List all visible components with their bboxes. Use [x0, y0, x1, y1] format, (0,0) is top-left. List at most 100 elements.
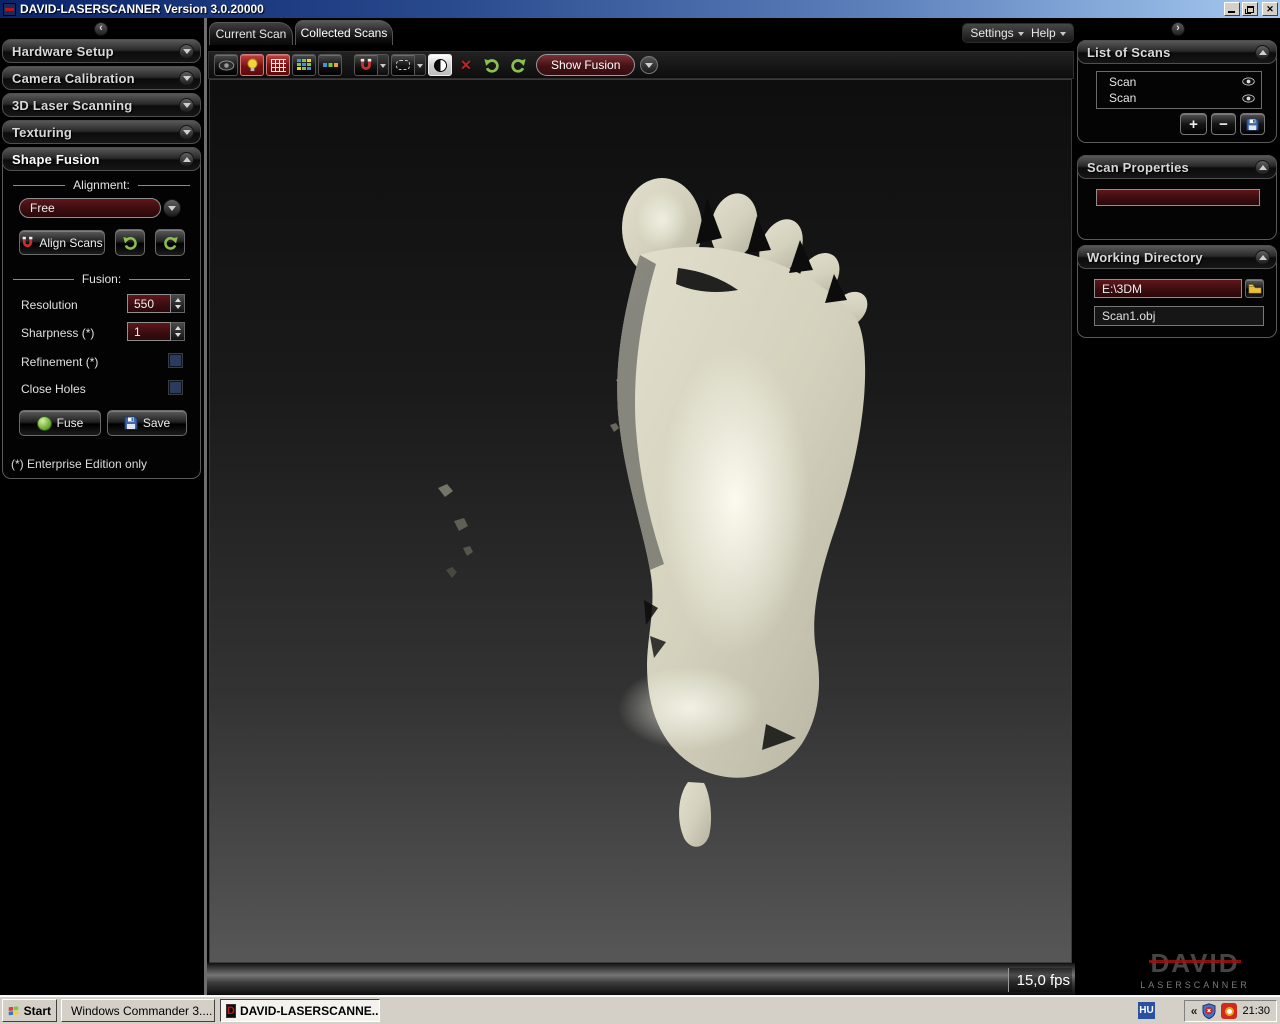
scan-properties-panel: Scan Properties	[1077, 155, 1277, 240]
security-shield-icon[interactable]	[1202, 1003, 1216, 1019]
chevron-right-icon: ›	[1176, 23, 1180, 34]
clock[interactable]: 21:30	[1242, 1005, 1270, 1017]
eye-icon[interactable]	[1242, 94, 1255, 103]
align-tool-button[interactable]	[354, 54, 378, 76]
windows-taskbar: Start Windows Commander 3.... D DAVID-LA…	[0, 995, 1280, 1024]
expand-button[interactable]	[179, 125, 194, 140]
collapse-button[interactable]	[1255, 250, 1270, 265]
viewport-toolbar: ✕ Show Fusion	[208, 51, 1074, 79]
sharpness-value[interactable]: 1	[127, 322, 171, 341]
chevron-left-icon: ‹	[99, 23, 103, 34]
spinner-arrows[interactable]	[171, 294, 185, 313]
working-directory-header[interactable]: Working Directory	[1077, 245, 1277, 269]
eye-icon[interactable]	[1242, 77, 1255, 86]
scan-list[interactable]: Scan Scan	[1096, 71, 1262, 109]
collapse-button[interactable]	[179, 152, 194, 167]
sidebar-collapse-button[interactable]: ‹	[94, 22, 108, 36]
show-fusion-dropdown[interactable]: Show Fusion	[536, 54, 635, 76]
task-david-laserscanner[interactable]: D DAVID-LASERSCANNE...	[220, 999, 380, 1022]
spin-down-icon	[175, 333, 181, 337]
alignment-value: Free	[30, 201, 55, 215]
browse-folder-button[interactable]	[1245, 279, 1264, 298]
section-label: 3D Laser Scanning	[12, 98, 179, 113]
lighting-bulb-button[interactable]	[240, 54, 264, 76]
fuse-button[interactable]: Fuse	[19, 410, 101, 436]
redo-button[interactable]	[155, 229, 185, 256]
language-indicator[interactable]: HU	[1138, 1002, 1155, 1019]
settings-menu[interactable]: Settings	[970, 26, 1023, 40]
section-3d-laser-scanning[interactable]: 3D Laser Scanning	[2, 93, 201, 117]
delete-button[interactable]: ✕	[454, 54, 478, 76]
save-scans-button[interactable]	[1240, 113, 1265, 135]
colored-grid-button[interactable]	[292, 54, 316, 76]
add-scan-button[interactable]: +	[1180, 113, 1207, 135]
task-windows-commander[interactable]: Windows Commander 3....	[61, 999, 215, 1022]
viewport-status-bar: 15,0 fps	[207, 963, 1075, 995]
spinner-arrows[interactable]	[171, 322, 185, 341]
list-of-scans-header[interactable]: List of Scans	[1077, 40, 1277, 64]
collapse-button[interactable]	[1255, 45, 1270, 60]
panel-title: Working Directory	[1087, 250, 1255, 265]
tab-collected-scans[interactable]: Collected Scans	[295, 20, 393, 45]
refinement-checkbox[interactable]	[169, 354, 182, 367]
show-fusion-dropdown-button[interactable]	[640, 56, 658, 74]
align-tool-dropdown[interactable]	[378, 54, 389, 76]
chevron-down-icon	[1060, 32, 1066, 36]
resolution-value[interactable]: 550	[127, 294, 171, 313]
expand-button[interactable]	[179, 71, 194, 86]
close-icon: ✕	[1266, 4, 1274, 15]
dots-grid-icon	[323, 61, 338, 69]
expand-button[interactable]	[179, 98, 194, 113]
magnet-icon	[359, 58, 373, 72]
section-shape-fusion[interactable]: Shape Fusion	[2, 147, 201, 171]
visibility-eye-button[interactable]	[214, 54, 238, 76]
section-shape-fusion-panel: Shape Fusion Alignment: Free Align Scans	[2, 147, 201, 479]
section-texturing[interactable]: Texturing	[2, 120, 201, 144]
david-app-icon: D	[226, 1004, 236, 1018]
scan-list-item[interactable]: Scan	[1103, 75, 1255, 89]
undo-button[interactable]	[115, 229, 145, 256]
restore-button[interactable]	[1242, 2, 1258, 16]
redo-button[interactable]	[506, 54, 530, 76]
remove-scan-button[interactable]: −	[1211, 113, 1236, 135]
scan-properties-field[interactable]	[1096, 189, 1260, 206]
scan-file-field[interactable]: Scan1.obj	[1094, 306, 1264, 326]
close-button[interactable]: ✕	[1262, 2, 1278, 16]
3d-viewport[interactable]	[209, 79, 1072, 963]
chevron-down-icon	[380, 64, 386, 68]
save-button[interactable]: Save	[107, 410, 187, 436]
plus-icon: +	[1189, 116, 1198, 133]
mesh-grid-button[interactable]	[266, 54, 290, 76]
close-holes-checkbox[interactable]	[169, 381, 182, 394]
section-camera-calibration[interactable]: Camera Calibration	[2, 66, 201, 90]
chevron-down-icon	[645, 63, 653, 68]
chevron-up-icon	[1259, 165, 1267, 170]
scan-list-item[interactable]: Scan	[1103, 91, 1255, 105]
invert-contrast-button[interactable]	[428, 54, 452, 76]
tray-expand-button[interactable]: «	[1191, 1004, 1198, 1018]
system-tray: « 21:30	[1184, 1000, 1277, 1022]
task-label: DAVID-LASERSCANNE...	[240, 1004, 380, 1018]
selection-tool-button[interactable]	[391, 54, 415, 76]
delete-x-icon: ✕	[460, 58, 472, 72]
undo-button[interactable]	[480, 54, 504, 76]
alignment-dropdown-button[interactable]	[163, 199, 181, 217]
antivirus-tray-icon[interactable]	[1221, 1003, 1237, 1019]
start-button[interactable]: Start	[2, 999, 57, 1022]
expand-button[interactable]	[179, 44, 194, 59]
resolution-spinner[interactable]: 550	[127, 294, 185, 313]
minimize-button[interactable]	[1224, 2, 1240, 16]
selection-tool-dropdown[interactable]	[415, 54, 426, 76]
align-scans-button[interactable]: Align Scans	[19, 230, 105, 255]
working-directory-path[interactable]: E:\3DM	[1094, 279, 1242, 298]
sidebar-expand-button[interactable]: ›	[1171, 22, 1185, 36]
tab-current-scan[interactable]: Current Scan	[209, 22, 293, 45]
sharpness-spinner[interactable]: 1	[127, 322, 185, 341]
collapse-button[interactable]	[1255, 160, 1270, 175]
section-hardware-setup[interactable]: Hardware Setup	[2, 39, 201, 63]
title-bar[interactable]: DAVID-LASERSCANNER Version 3.0.20000 ✕	[0, 0, 1280, 18]
dots-grid-button[interactable]	[318, 54, 342, 76]
help-menu[interactable]: Help	[1031, 26, 1066, 40]
scan-properties-header[interactable]: Scan Properties	[1077, 155, 1277, 179]
alignment-dropdown[interactable]: Free	[19, 198, 161, 218]
